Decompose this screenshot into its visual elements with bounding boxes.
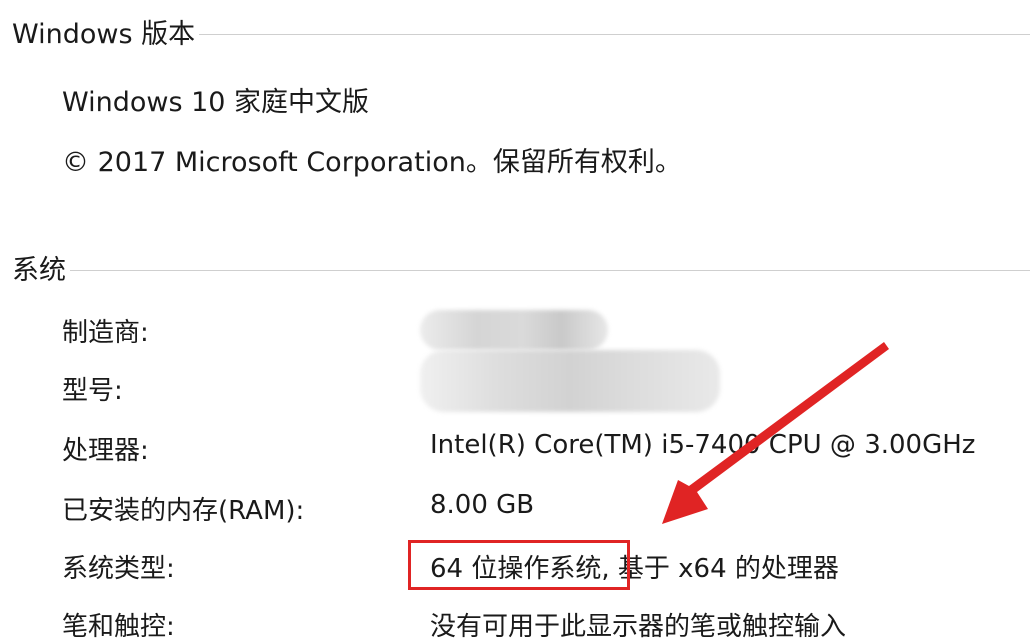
- processor-label: 处理器:: [62, 436, 149, 466]
- copyright-text: © 2017 Microsoft Corporation。保留所有权利。: [62, 147, 682, 178]
- pen-touch-value: 没有可用于此显示器的笔或触控输入: [430, 612, 847, 642]
- system-section-header: 系统: [12, 248, 1030, 287]
- system-section-title: 系统: [12, 255, 66, 286]
- section-divider: [70, 270, 1030, 271]
- windows-edition-section-title: Windows 版本: [12, 19, 196, 50]
- ram-label: 已安装的内存(RAM):: [62, 496, 305, 526]
- ram-value: 8.00 GB: [430, 490, 535, 520]
- windows-edition-section-header: Windows 版本: [12, 12, 1030, 51]
- model-label: 型号:: [62, 376, 123, 406]
- highlight-box: [408, 540, 630, 590]
- pen-touch-row: 笔和触控: 没有可用于此显示器的笔或触控输入: [0, 606, 1030, 642]
- pen-touch-label: 笔和触控:: [62, 612, 175, 642]
- section-divider: [199, 34, 1030, 35]
- windows-edition-text: Windows 10 家庭中文版: [62, 87, 370, 118]
- model-row: 型号:: [0, 370, 1030, 416]
- processor-value: Intel(R) Core(TM) i5-7400 CPU @ 3.00GHz: [430, 430, 976, 460]
- ram-row: 已安装的内存(RAM): 8.00 GB: [0, 490, 1030, 536]
- manufacturer-label: 制造商:: [62, 318, 149, 348]
- system-type-label: 系统类型:: [62, 554, 175, 584]
- processor-row: 处理器: Intel(R) Core(TM) i5-7400 CPU @ 3.0…: [0, 430, 1030, 476]
- manufacturer-row: 制造商:: [0, 312, 1030, 358]
- system-type-rest-text: , 基于 x64 的处理器: [601, 554, 839, 584]
